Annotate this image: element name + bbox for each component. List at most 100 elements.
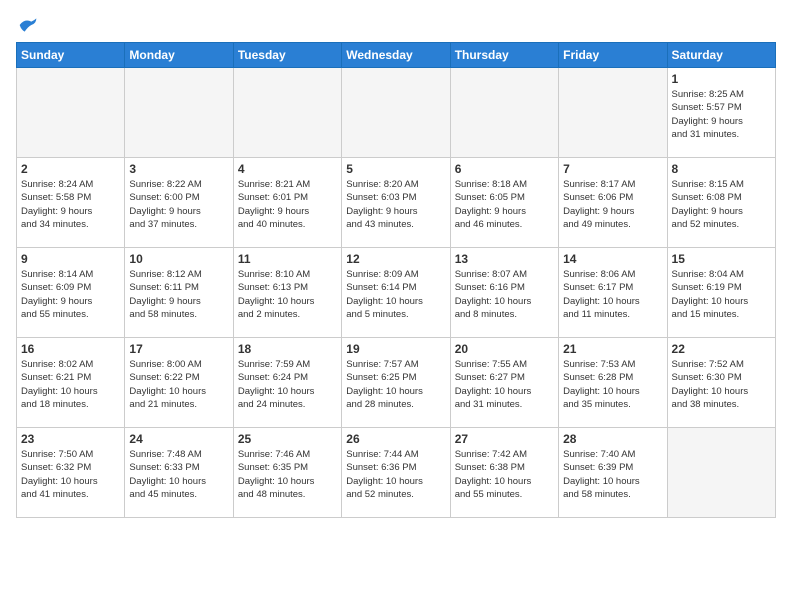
day-info: Sunrise: 8:25 AM Sunset: 5:57 PM Dayligh… <box>672 88 771 141</box>
day-number: 26 <box>346 432 445 446</box>
day-info: Sunrise: 8:07 AM Sunset: 6:16 PM Dayligh… <box>455 268 554 321</box>
day-cell: 7 Sunrise: 8:17 AM Sunset: 6:06 PM Daylig… <box>559 158 667 248</box>
day-cell: 16 Sunrise: 8:02 AM Sunset: 6:21 PM Dayli… <box>17 338 125 428</box>
day-cell: 3Sunrise: 8:22 AM Sunset: 6:00 PM Daylig… <box>125 158 233 248</box>
day-cell <box>125 68 233 158</box>
day-cell: 21Sunrise: 7:53 AM Sunset: 6:28 PM Dayli… <box>559 338 667 428</box>
day-info: Sunrise: 7:59 AM Sunset: 6:24 PM Dayligh… <box>238 358 337 411</box>
day-number: 18 <box>238 342 337 356</box>
day-info: Sunrise: 8:21 AM Sunset: 6:01 PM Dayligh… <box>238 178 337 231</box>
day-cell: 19 Sunrise: 7:57 AM Sunset: 6:25 PM Dayli… <box>342 338 450 428</box>
day-info: Sunrise: 8:04 AM Sunset: 6:19 PM Dayligh… <box>672 268 771 321</box>
day-cell: 13 Sunrise: 8:07 AM Sunset: 6:16 PM Dayli… <box>450 248 558 338</box>
day-cell: 14 Sunrise: 8:06 AM Sunset: 6:17 PM Dayli… <box>559 248 667 338</box>
day-info: Sunrise: 8:17 AM Sunset: 6:06 PM Dayligh… <box>563 178 662 231</box>
day-info: Sunrise: 8:20 AM Sunset: 6:03 PM Dayligh… <box>346 178 445 231</box>
day-number: 7 <box>563 162 662 176</box>
day-cell: 25 Sunrise: 7:46 AM Sunset: 6:35 PM Dayli… <box>233 428 341 518</box>
calendar-table: SundayMondayTuesdayWednesdayThursdayFrid… <box>16 42 776 518</box>
day-number: 6 <box>455 162 554 176</box>
day-number: 12 <box>346 252 445 266</box>
day-info: Sunrise: 8:00 AM Sunset: 6:22 PM Dayligh… <box>129 358 228 411</box>
day-cell <box>450 68 558 158</box>
day-info: Sunrise: 8:24 AM Sunset: 5:58 PM Dayligh… <box>21 178 120 231</box>
header-sunday: Sunday <box>17 43 125 68</box>
day-cell <box>559 68 667 158</box>
day-cell: 17 Sunrise: 8:00 AM Sunset: 6:22 PM Dayli… <box>125 338 233 428</box>
day-number: 20 <box>455 342 554 356</box>
day-info: Sunrise: 7:48 AM Sunset: 6:33 PM Dayligh… <box>129 448 228 501</box>
week-row-1: 2 Sunrise: 8:24 AM Sunset: 5:58 PM Daylig… <box>17 158 776 248</box>
header-wednesday: Wednesday <box>342 43 450 68</box>
header-saturday: Saturday <box>667 43 775 68</box>
day-cell: 6 Sunrise: 8:18 AM Sunset: 6:05 PM Daylig… <box>450 158 558 248</box>
day-cell <box>667 428 775 518</box>
day-info: Sunrise: 8:12 AM Sunset: 6:11 PM Dayligh… <box>129 268 228 321</box>
day-info: Sunrise: 7:44 AM Sunset: 6:36 PM Dayligh… <box>346 448 445 501</box>
day-info: Sunrise: 7:55 AM Sunset: 6:27 PM Dayligh… <box>455 358 554 411</box>
day-number: 5 <box>346 162 445 176</box>
day-info: Sunrise: 7:52 AM Sunset: 6:30 PM Dayligh… <box>672 358 771 411</box>
day-number: 17 <box>129 342 228 356</box>
day-cell: 10 Sunrise: 8:12 AM Sunset: 6:11 PM Dayli… <box>125 248 233 338</box>
day-number: 22 <box>672 342 771 356</box>
day-number: 10 <box>129 252 228 266</box>
header-monday: Monday <box>125 43 233 68</box>
day-number: 11 <box>238 252 337 266</box>
day-number: 9 <box>21 252 120 266</box>
day-info: Sunrise: 7:40 AM Sunset: 6:39 PM Dayligh… <box>563 448 662 501</box>
day-cell <box>17 68 125 158</box>
day-number: 25 <box>238 432 337 446</box>
day-number: 28 <box>563 432 662 446</box>
day-cell: 15 Sunrise: 8:04 AM Sunset: 6:19 PM Dayli… <box>667 248 775 338</box>
header-row: SundayMondayTuesdayWednesdayThursdayFrid… <box>17 43 776 68</box>
day-cell: 5 Sunrise: 8:20 AM Sunset: 6:03 PM Daylig… <box>342 158 450 248</box>
day-info: Sunrise: 7:50 AM Sunset: 6:32 PM Dayligh… <box>21 448 120 501</box>
day-info: Sunrise: 8:02 AM Sunset: 6:21 PM Dayligh… <box>21 358 120 411</box>
day-number: 2 <box>21 162 120 176</box>
day-cell <box>342 68 450 158</box>
week-row-3: 16 Sunrise: 8:02 AM Sunset: 6:21 PM Dayli… <box>17 338 776 428</box>
day-number: 1 <box>672 72 771 86</box>
day-cell: 4Sunrise: 8:21 AM Sunset: 6:01 PM Daylig… <box>233 158 341 248</box>
day-number: 14 <box>563 252 662 266</box>
logo <box>16 16 38 34</box>
day-cell: 8 Sunrise: 8:15 AM Sunset: 6:08 PM Daylig… <box>667 158 775 248</box>
day-info: Sunrise: 8:10 AM Sunset: 6:13 PM Dayligh… <box>238 268 337 321</box>
day-cell: 22 Sunrise: 7:52 AM Sunset: 6:30 PM Dayli… <box>667 338 775 428</box>
header-tuesday: Tuesday <box>233 43 341 68</box>
day-info: Sunrise: 8:14 AM Sunset: 6:09 PM Dayligh… <box>21 268 120 321</box>
day-number: 16 <box>21 342 120 356</box>
day-cell: 12 Sunrise: 8:09 AM Sunset: 6:14 PM Dayli… <box>342 248 450 338</box>
calendar-header: SundayMondayTuesdayWednesdayThursdayFrid… <box>17 43 776 68</box>
day-cell: 1 Sunrise: 8:25 AM Sunset: 5:57 PM Daylig… <box>667 68 775 158</box>
day-info: Sunrise: 8:06 AM Sunset: 6:17 PM Dayligh… <box>563 268 662 321</box>
day-number: 27 <box>455 432 554 446</box>
day-info: Sunrise: 7:57 AM Sunset: 6:25 PM Dayligh… <box>346 358 445 411</box>
day-number: 23 <box>21 432 120 446</box>
day-cell: 27Sunrise: 7:42 AM Sunset: 6:38 PM Dayli… <box>450 428 558 518</box>
week-row-0: 1 Sunrise: 8:25 AM Sunset: 5:57 PM Daylig… <box>17 68 776 158</box>
day-cell: 28 Sunrise: 7:40 AM Sunset: 6:39 PM Dayli… <box>559 428 667 518</box>
logo-bird-icon <box>18 16 38 34</box>
day-cell: 23 Sunrise: 7:50 AM Sunset: 6:32 PM Dayli… <box>17 428 125 518</box>
page-header <box>16 16 776 34</box>
day-cell: 26 Sunrise: 7:44 AM Sunset: 6:36 PM Dayli… <box>342 428 450 518</box>
day-number: 13 <box>455 252 554 266</box>
day-number: 21 <box>563 342 662 356</box>
day-number: 15 <box>672 252 771 266</box>
day-info: Sunrise: 8:15 AM Sunset: 6:08 PM Dayligh… <box>672 178 771 231</box>
day-number: 19 <box>346 342 445 356</box>
header-friday: Friday <box>559 43 667 68</box>
day-info: Sunrise: 7:46 AM Sunset: 6:35 PM Dayligh… <box>238 448 337 501</box>
day-cell: 9 Sunrise: 8:14 AM Sunset: 6:09 PM Daylig… <box>17 248 125 338</box>
day-cell: 20 Sunrise: 7:55 AM Sunset: 6:27 PM Dayli… <box>450 338 558 428</box>
day-info: Sunrise: 8:18 AM Sunset: 6:05 PM Dayligh… <box>455 178 554 231</box>
calendar-body: 1 Sunrise: 8:25 AM Sunset: 5:57 PM Daylig… <box>17 68 776 518</box>
day-cell <box>233 68 341 158</box>
day-cell: 11 Sunrise: 8:10 AM Sunset: 6:13 PM Dayli… <box>233 248 341 338</box>
day-info: Sunrise: 8:09 AM Sunset: 6:14 PM Dayligh… <box>346 268 445 321</box>
day-cell: 18 Sunrise: 7:59 AM Sunset: 6:24 PM Dayli… <box>233 338 341 428</box>
day-info: Sunrise: 8:22 AM Sunset: 6:00 PM Dayligh… <box>129 178 228 231</box>
day-number: 8 <box>672 162 771 176</box>
